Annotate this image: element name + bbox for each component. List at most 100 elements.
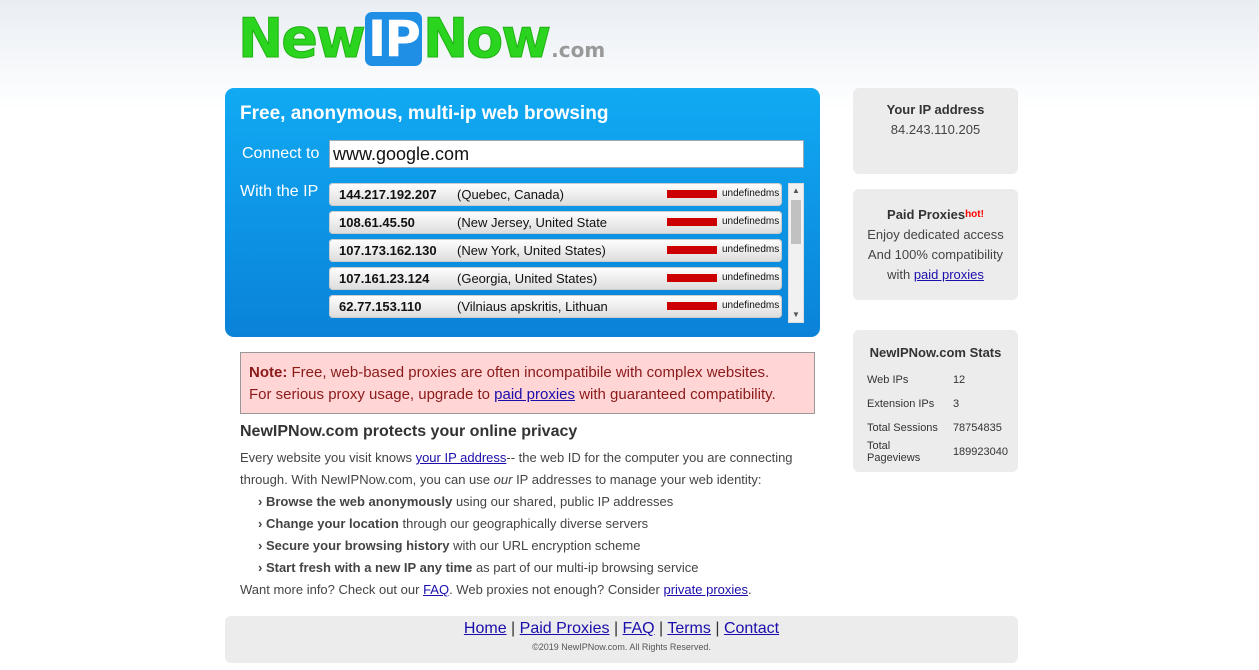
stat-label: Total Sessions <box>867 422 938 434</box>
feature-text: as part of our multi-ip browsing service <box>475 560 699 575</box>
stat-value: 3 <box>952 398 960 410</box>
privacy-heading: NewIPNow.com protects your online privac… <box>240 423 578 440</box>
footer-separator: | <box>659 620 664 637</box>
scroll-up-arrow-icon[interactable]: ▲ <box>789 184 803 198</box>
panel-title: Free, anonymous, multi-ip web browsing <box>240 103 609 124</box>
proxy-row[interactable]: 144.217.192.207 (Quebec, Canada) undefin… <box>329 183 782 206</box>
footer-contact-link[interactable]: Contact <box>724 620 779 637</box>
latency-bar <box>667 302 717 310</box>
connect-label: Connect to <box>242 145 320 162</box>
scroll-thumb[interactable] <box>791 200 801 244</box>
intro-text: Every website you visit knows <box>240 450 412 465</box>
sidebar-paid-proxies-link[interactable]: paid proxies <box>914 267 984 282</box>
footer-terms-link[interactable]: Terms <box>667 620 711 637</box>
note-paid-proxies-link[interactable]: paid proxies <box>494 386 575 403</box>
proxy-ip: 144.217.192.207 <box>339 187 437 202</box>
footer-separator: | <box>715 620 720 637</box>
logo-ip: IP <box>364 12 422 66</box>
paid-title-text: Paid Proxies <box>887 207 966 222</box>
proxy-ip: 62.77.153.110 <box>339 299 422 314</box>
faq-link[interactable]: FAQ <box>423 582 449 597</box>
list-item: Secure your browsing history with our UR… <box>258 535 820 557</box>
proxy-row[interactable]: 107.173.162.130 (New York, United States… <box>329 239 782 262</box>
list-item: Change your location through our geograp… <box>258 513 820 535</box>
proxy-latency: undefinedms <box>722 188 780 199</box>
feature-list: Browse the web anonymously using our sha… <box>258 491 820 579</box>
table-row: Total Pageviews 189923040 <box>867 440 1018 464</box>
with-ip-label: With the IP <box>240 183 319 200</box>
proxy-ip: 107.173.162.130 <box>339 243 437 258</box>
paid-proxies-title: Paid Proxieshot! <box>853 205 1018 225</box>
stat-label: Total Pageviews <box>867 440 921 464</box>
private-proxies-link[interactable]: private proxies <box>663 582 748 597</box>
stat-value: 189923040 <box>952 446 1008 458</box>
footer-links: Home | Paid Proxies | FAQ | Terms | Cont… <box>225 620 1018 638</box>
latency-bar <box>667 218 717 226</box>
paid-proxies-box: Paid Proxieshot! Enjoy dedicated access … <box>853 189 1018 300</box>
proxy-row[interactable]: 107.161.23.124 (Georgia, United States) … <box>329 267 782 290</box>
site-logo[interactable]: New IP Now .com <box>238 7 606 70</box>
stat-value: 12 <box>952 374 966 386</box>
paid-line-3: with paid proxies <box>853 265 1018 285</box>
latency-bar <box>667 190 717 198</box>
proxy-ip-list[interactable]: 144.217.192.207 (Quebec, Canada) undefin… <box>329 183 804 323</box>
footer: Home | Paid Proxies | FAQ | Terms | Cont… <box>225 616 1018 663</box>
feature-bold: Change your location <box>265 516 399 531</box>
logo-new: New <box>238 7 367 70</box>
privacy-section: NewIPNow.com protects your online privac… <box>240 423 820 601</box>
stats-table: Web IPs 12 Extension IPs 3 Total Sessions 7… <box>867 368 1018 464</box>
proxy-form-panel: Free, anonymous, multi-ip web browsing C… <box>225 88 820 337</box>
feature-text: with our URL encryption scheme <box>453 538 641 553</box>
feature-bold: Browse the web anonymously <box>265 494 453 509</box>
footer-paid-proxies-link[interactable]: Paid Proxies <box>520 620 610 637</box>
stat-label: Extension IPs <box>867 398 935 410</box>
note-text: Free, web-based proxies are often incomp… <box>291 364 770 381</box>
more-text: . Web proxies not enough? Consider <box>449 582 660 597</box>
latency-bar <box>667 246 717 254</box>
note-line-1: Note: Free, web-based proxies are often … <box>249 362 806 384</box>
privacy-intro: Every website you visit knows your IP ad… <box>240 447 820 491</box>
proxy-latency: undefinedms <box>722 272 780 283</box>
footer-separator: | <box>511 620 516 637</box>
proxy-latency: undefinedms <box>722 216 780 227</box>
more-text: Want more info? Check out our <box>240 582 420 597</box>
table-row: Extension IPs 3 <box>867 392 1018 416</box>
proxy-location: (Vilniaus apskritis, Lithuania) <box>457 299 607 314</box>
your-ip-address-link[interactable]: your IP address <box>416 450 507 465</box>
note-label: Note: <box>249 364 288 381</box>
your-ip-title: Your IP address <box>886 102 985 117</box>
note-text-post: with guaranteed compatibility. <box>579 386 776 403</box>
proxy-row[interactable]: 108.61.45.50 (New Jersey, United States)… <box>329 211 782 234</box>
intro-em: our <box>493 472 513 487</box>
proxy-location: (Quebec, Canada) <box>457 187 564 202</box>
proxy-list-scrollbar[interactable]: ▲ ▼ <box>788 183 804 323</box>
copyright: ©2019 NewIPNow.com. All Rights Reserved. <box>532 642 711 652</box>
intro-text: IP addresses to manage your web identity… <box>516 472 762 487</box>
list-item: Start fresh with a new IP any time as pa… <box>258 557 820 579</box>
feature-bold: Start fresh with a new IP any time <box>265 560 473 575</box>
paid-line-2: And 100% compatibility <box>867 247 1004 262</box>
scroll-down-arrow-icon[interactable]: ▼ <box>789 308 803 322</box>
table-row: Web IPs 12 <box>867 368 1018 392</box>
feature-bold: Secure your browsing history <box>265 538 450 553</box>
proxy-latency: undefinedms <box>722 300 780 311</box>
latency-bar <box>667 274 717 282</box>
url-input[interactable] <box>329 140 804 168</box>
proxy-ip: 108.61.45.50 <box>339 215 415 230</box>
your-ip-box: Your IP address 84.243.110.205 <box>853 88 1018 174</box>
stats-title: NewIPNow.com Stats <box>869 345 1002 360</box>
hot-badge: hot! <box>965 209 984 220</box>
stats-box: NewIPNow.com Stats Web IPs 12 Extension I… <box>853 330 1018 472</box>
table-row: Total Sessions 78754835 <box>867 416 1018 440</box>
logo-suffix: .com <box>551 38 606 62</box>
footer-home-link[interactable]: Home <box>464 620 507 637</box>
more-text: . <box>748 582 752 597</box>
compatibility-note: Note: Free, web-based proxies are often … <box>240 352 815 414</box>
paid-line-1: Enjoy dedicated access <box>867 227 1004 242</box>
proxy-ip: 107.161.23.124 <box>339 271 430 286</box>
paid-line-3-text: with <box>887 267 911 282</box>
note-text-pre: For serious proxy usage, upgrade to <box>249 386 490 403</box>
footer-faq-link[interactable]: FAQ <box>623 620 655 637</box>
list-item: Browse the web anonymously using our sha… <box>258 491 820 513</box>
proxy-row[interactable]: 62.77.153.110 (Vilniaus apskritis, Lithu… <box>329 295 782 318</box>
